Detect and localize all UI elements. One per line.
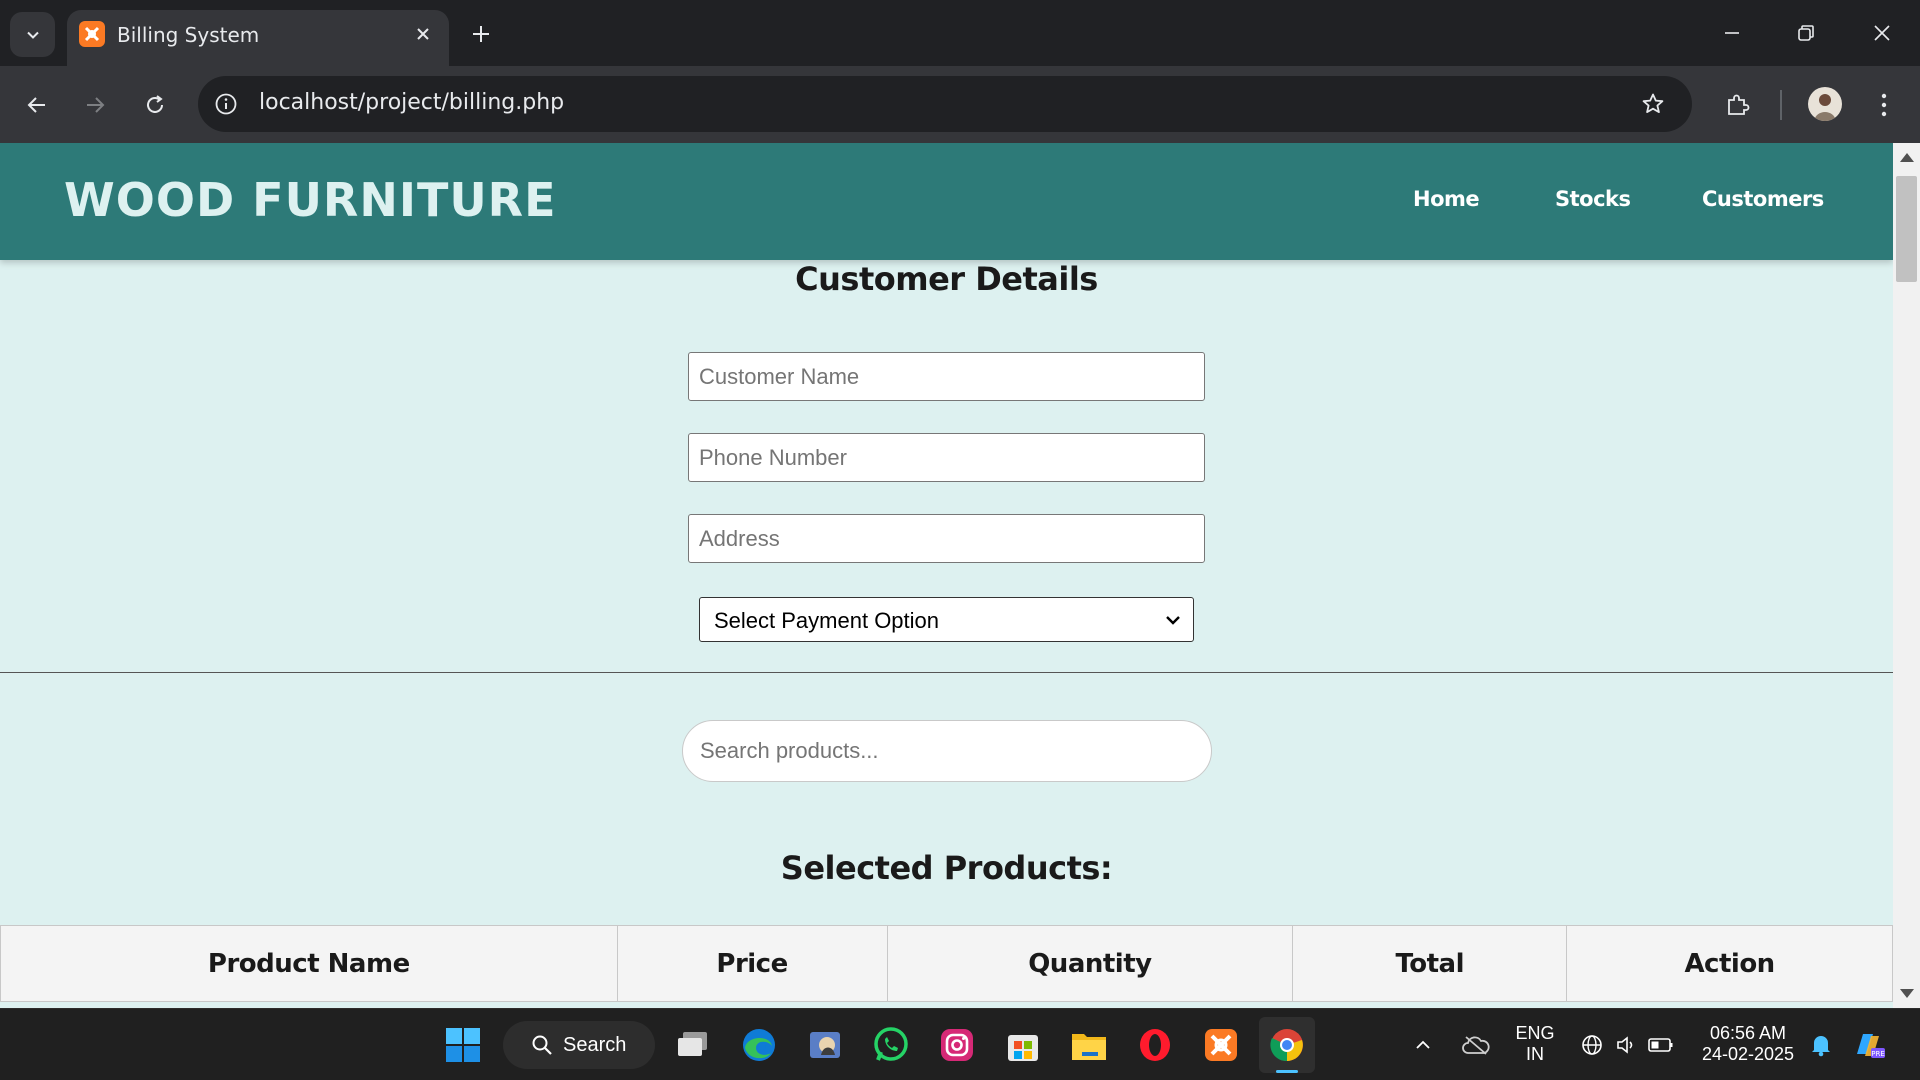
xampp-favicon-icon [79, 21, 105, 47]
customer-name-input[interactable] [688, 352, 1205, 401]
payment-option-value: Select Payment Option [714, 608, 940, 633]
plus-icon [473, 26, 489, 42]
tab-title: Billing System [117, 23, 260, 47]
forward-button[interactable] [75, 85, 115, 125]
minimize-icon [1725, 32, 1739, 34]
onedrive-icon[interactable] [1458, 1023, 1494, 1067]
clock-date: 24-02-2025 [1701, 1044, 1795, 1064]
language-indicator[interactable]: ENG IN [1510, 1023, 1560, 1065]
instagram-icon[interactable] [935, 1023, 979, 1067]
close-tab-icon[interactable] [411, 22, 435, 46]
scroll-up-arrow-icon[interactable] [1900, 153, 1914, 162]
col-quantity: Quantity [886, 925, 1294, 1002]
notification-bell-icon[interactable] [1806, 1023, 1836, 1067]
profile-avatar[interactable] [1808, 87, 1842, 121]
nav-stocks[interactable]: Stocks [1555, 187, 1631, 211]
product-search-input[interactable] [682, 720, 1212, 782]
language-code: ENG [1515, 1023, 1555, 1043]
tab-search-button[interactable] [10, 12, 55, 57]
edge-browser-icon[interactable] [737, 1023, 781, 1067]
taskbar-search-box[interactable]: Search [503, 1021, 655, 1069]
nav-home[interactable]: Home [1413, 187, 1480, 211]
col-total: Total [1292, 925, 1568, 1002]
chevron-down-icon [26, 31, 39, 39]
file-explorer-icon[interactable] [1067, 1023, 1111, 1067]
xampp-app-icon[interactable] [1199, 1023, 1243, 1067]
region-code: IN [1526, 1044, 1544, 1064]
close-icon [1874, 25, 1890, 41]
chevron-down-icon [1166, 616, 1180, 625]
table-header-row: Product Name Price Quantity Total Action [0, 925, 1893, 1002]
restore-button[interactable] [1781, 10, 1831, 56]
payment-option-select[interactable]: Select Payment Option [699, 597, 1194, 642]
svg-text:PRE: PRE [1871, 1050, 1885, 1058]
address-bar[interactable]: localhost/project/billing.php [198, 76, 1692, 132]
opera-browser-icon[interactable] [1133, 1023, 1177, 1067]
page-viewport: WOOD FURNITURE Home Stocks Customers Cus… [0, 143, 1893, 1008]
col-price: Price [616, 925, 888, 1002]
new-tab-button[interactable] [465, 18, 497, 50]
site-header: WOOD FURNITURE Home Stocks Customers [0, 143, 1893, 260]
address-input[interactable] [688, 514, 1205, 563]
volume-icon[interactable] [1612, 1023, 1640, 1067]
customer-details-title: Customer Details [795, 260, 1098, 298]
col-product-name: Product Name [0, 925, 618, 1002]
windows-start-icon[interactable] [441, 1023, 485, 1067]
page-scrollbar[interactable] [1893, 143, 1920, 1008]
selected-products-title: Selected Products: [780, 849, 1113, 887]
back-button[interactable] [17, 85, 57, 125]
chrome-browser-icon[interactable] [1259, 1017, 1315, 1073]
phone-number-input[interactable] [688, 433, 1205, 482]
windows-taskbar: Search ENG IN 06:56 AM 24-02-2025 PRE [0, 1008, 1920, 1080]
active-app-indicator [1276, 1070, 1298, 1073]
restore-icon [1798, 25, 1814, 41]
url-text: localhost/project/billing.php [259, 90, 565, 115]
scrollbar-thumb[interactable] [1896, 176, 1917, 282]
site-brand: WOOD FURNITURE [64, 173, 557, 227]
reload-button[interactable] [135, 85, 175, 125]
photos-app-icon[interactable] [803, 1023, 847, 1067]
col-action: Action [1566, 925, 1893, 1002]
clock[interactable]: 06:56 AM 24-02-2025 [1696, 1023, 1800, 1065]
nav-customers[interactable]: Customers [1702, 187, 1824, 211]
arrow-right-icon [87, 97, 105, 113]
bookmark-star-icon[interactable] [1638, 89, 1668, 119]
clock-time: 06:56 AM [1709, 1023, 1787, 1043]
browser-tab-strip: Billing System [0, 0, 1920, 66]
chevron-up-icon[interactable] [1408, 1023, 1438, 1067]
extensions-icon[interactable] [1718, 85, 1758, 125]
browser-toolbar: localhost/project/billing.php [0, 66, 1920, 143]
task-view-icon[interactable] [671, 1023, 715, 1067]
search-icon [532, 1035, 552, 1055]
close-window-button[interactable] [1857, 10, 1907, 56]
scroll-down-arrow-icon[interactable] [1900, 989, 1914, 998]
network-globe-icon[interactable] [1578, 1023, 1606, 1067]
microsoft-store-icon[interactable] [1001, 1023, 1045, 1067]
section-divider [0, 672, 1893, 673]
minimize-button[interactable] [1707, 10, 1757, 56]
browser-tab[interactable]: Billing System [67, 10, 449, 66]
more-menu-icon[interactable] [1864, 85, 1904, 125]
site-info-icon[interactable] [212, 90, 240, 118]
whatsapp-icon[interactable] [869, 1023, 913, 1067]
arrow-left-icon [27, 97, 45, 113]
toolbar-separator [1780, 90, 1782, 120]
reload-icon [147, 95, 163, 113]
copilot-icon[interactable]: PRE [1848, 1023, 1888, 1067]
battery-icon[interactable] [1646, 1023, 1676, 1067]
taskbar-search-label: Search [563, 1034, 627, 1056]
selected-products-table: Product Name Price Quantity Total Action [0, 925, 1893, 1002]
